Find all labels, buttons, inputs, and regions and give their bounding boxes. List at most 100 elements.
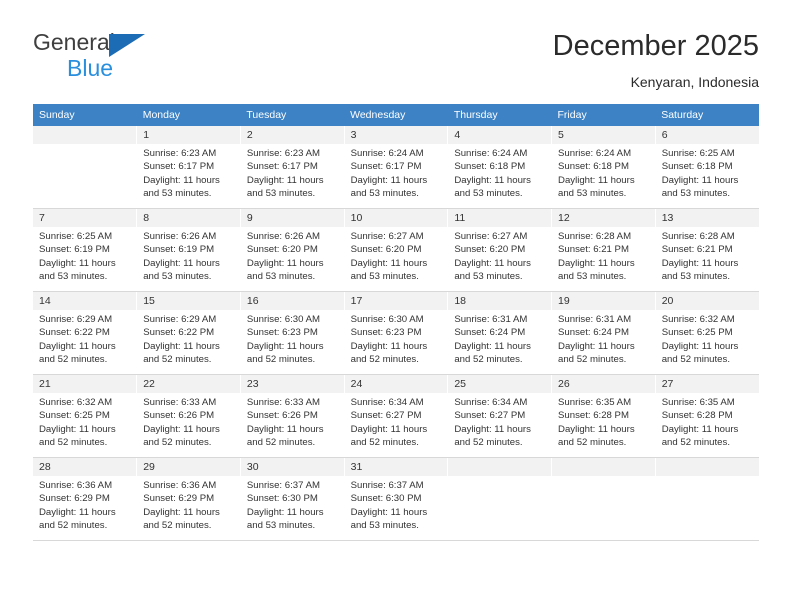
day-details: Sunrise: 6:33 AM Sunset: 6:26 PM Daylight:… — [241, 393, 344, 450]
day-detail-line: and 52 minutes. — [661, 354, 730, 366]
calendar-day-cell[interactable]: 26 Sunrise: 6:35 AM Sunset: 6:28 PM Dayligh… — [551, 374, 656, 458]
day-details: Sunrise: 6:24 AM Sunset: 6:17 PM Daylight:… — [345, 144, 448, 201]
calendar-day-cell[interactable]: 5 Sunrise: 6:24 AM Sunset: 6:18 PM Daylight… — [551, 126, 656, 209]
calendar-day-cell[interactable]: 16 Sunrise: 6:30 AM Sunset: 6:23 PM Dayligh… — [240, 291, 345, 375]
day-details: Sunrise: 6:36 AM Sunset: 6:29 PM Daylight:… — [137, 476, 240, 533]
calendar-week-row: 1 Sunrise: 6:23 AM Sunset: 6:17 PM Daylight… — [33, 126, 759, 209]
calendar-day-cell[interactable]: 14 Sunrise: 6:29 AM Sunset: 6:22 PM Dayligh… — [33, 291, 138, 375]
calendar-day-cell[interactable]: 22 Sunrise: 6:33 AM Sunset: 6:26 PM Dayligh… — [136, 374, 241, 458]
day-detail-line: Sunrise: 6:34 AM — [350, 397, 424, 408]
day-detail-line: and 52 minutes. — [143, 520, 212, 532]
day-number: 14 — [33, 292, 137, 310]
day-number — [552, 458, 655, 476]
calendar-day-cell[interactable]: 19 Sunrise: 6:31 AM Sunset: 6:24 PM Dayligh… — [551, 291, 656, 375]
calendar-day-cell[interactable]: 6 Sunrise: 6:25 AM Sunset: 6:18 PM Daylight… — [655, 126, 759, 209]
day-detail-line: Sunset: 6:28 PM — [661, 410, 733, 422]
day-detail-line: Sunset: 6:21 PM — [558, 244, 629, 256]
day-detail-line: Sunrise: 6:27 AM — [350, 231, 424, 242]
brand-logo[interactable]: General Blue — [33, 28, 233, 86]
calendar-day-cell[interactable]: 25 Sunrise: 6:34 AM Sunset: 6:27 PM Dayligh… — [447, 374, 553, 458]
calendar-day-cell[interactable]: 17 Sunrise: 6:30 AM Sunset: 6:23 PM Dayligh… — [344, 291, 449, 375]
day-detail-line: Sunset: 6:19 PM — [39, 244, 110, 256]
day-details: Sunrise: 6:32 AM Sunset: 6:25 PM Daylight:… — [656, 310, 759, 367]
day-detail-line: Daylight: 11 hours — [246, 257, 324, 269]
day-number: 16 — [240, 292, 344, 310]
day-detail-line: Daylight: 11 hours — [39, 340, 116, 352]
day-details: Sunrise: 6:29 AM Sunset: 6:22 PM Daylight:… — [137, 310, 240, 367]
day-detail-line: and 52 minutes. — [558, 354, 627, 366]
calendar-day-cell[interactable]: 2 Sunrise: 6:23 AM Sunset: 6:17 PM Daylight… — [240, 126, 345, 209]
day-detail-line: Sunset: 6:17 PM — [350, 161, 422, 173]
day-details: Sunrise: 6:30 AM Sunset: 6:23 PM Daylight:… — [241, 310, 344, 367]
day-detail-line: Sunrise: 6:31 AM — [558, 314, 632, 325]
day-number — [33, 126, 137, 144]
day-number: 30 — [240, 458, 344, 476]
day-detail-line: and 52 minutes. — [350, 354, 419, 366]
calendar-day-cell[interactable]: 31 Sunrise: 6:37 AM Sunset: 6:30 PM Dayligh… — [344, 457, 449, 541]
day-detail-line: Sunrise: 6:26 AM — [246, 231, 320, 242]
day-detail-line: Sunrise: 6:37 AM — [246, 480, 320, 491]
calendar-day-cell[interactable]: 13 Sunrise: 6:28 AM Sunset: 6:21 PM Dayligh… — [655, 208, 759, 292]
calendar-day-cell[interactable]: 9 Sunrise: 6:26 AM Sunset: 6:20 PM Daylight… — [240, 208, 345, 292]
calendar-day-cell[interactable]: 23 Sunrise: 6:33 AM Sunset: 6:26 PM Dayligh… — [240, 374, 345, 458]
calendar-empty-cell — [447, 457, 553, 541]
calendar-day-cell[interactable]: 4 Sunrise: 6:24 AM Sunset: 6:18 PM Daylight… — [447, 126, 553, 209]
day-detail-line: Sunrise: 6:34 AM — [454, 397, 528, 408]
day-detail-line: Sunset: 6:27 PM — [454, 410, 526, 422]
calendar-day-cell[interactable]: 11 Sunrise: 6:27 AM Sunset: 6:20 PM Dayligh… — [447, 208, 553, 292]
calendar-day-cell[interactable]: 8 Sunrise: 6:26 AM Sunset: 6:19 PM Daylight… — [136, 208, 241, 292]
day-detail-line: Sunset: 6:22 PM — [39, 327, 110, 339]
calendar-day-cell[interactable]: 15 Sunrise: 6:29 AM Sunset: 6:22 PM Dayligh… — [136, 291, 241, 375]
day-detail-line: and 53 minutes. — [246, 188, 316, 200]
day-details: Sunrise: 6:23 AM Sunset: 6:17 PM Daylight:… — [241, 144, 344, 201]
calendar-day-cell[interactable]: 27 Sunrise: 6:35 AM Sunset: 6:28 PM Dayligh… — [655, 374, 759, 458]
page-subtitle: Kenyaran, Indonesia — [630, 74, 759, 90]
calendar-day-cell[interactable]: 3 Sunrise: 6:24 AM Sunset: 6:17 PM Daylight… — [344, 126, 449, 209]
day-detail-line: Daylight: 11 hours — [661, 174, 739, 186]
day-detail-line: Sunrise: 6:36 AM — [39, 480, 113, 491]
calendar-day-cell[interactable]: 29 Sunrise: 6:36 AM Sunset: 6:29 PM Dayligh… — [136, 457, 241, 541]
calendar-day-cell[interactable]: 20 Sunrise: 6:32 AM Sunset: 6:25 PM Dayligh… — [655, 291, 759, 375]
day-detail-line: Sunrise: 6:25 AM — [661, 148, 735, 159]
calendar-day-cell[interactable]: 12 Sunrise: 6:28 AM Sunset: 6:21 PM Dayligh… — [551, 208, 656, 292]
day-number: 15 — [137, 292, 240, 310]
day-detail-line: Sunset: 6:22 PM — [143, 327, 215, 339]
day-detail-line: and 52 minutes. — [39, 437, 108, 449]
day-detail-line: Sunrise: 6:32 AM — [39, 397, 113, 408]
day-number: 13 — [655, 209, 759, 227]
day-detail-line: Daylight: 11 hours — [661, 257, 739, 269]
day-details: Sunrise: 6:25 AM Sunset: 6:18 PM Daylight:… — [656, 144, 759, 201]
day-number: 1 — [137, 126, 240, 144]
day-detail-line: Sunrise: 6:28 AM — [558, 231, 632, 242]
day-number: 24 — [344, 375, 448, 393]
calendar-day-cell[interactable]: 10 Sunrise: 6:27 AM Sunset: 6:20 PM Dayligh… — [344, 208, 449, 292]
calendar-day-cell[interactable]: 28 Sunrise: 6:36 AM Sunset: 6:29 PM Dayligh… — [33, 457, 138, 541]
calendar-day-cell[interactable]: 7 Sunrise: 6:25 AM Sunset: 6:19 PM Daylight… — [33, 208, 138, 292]
day-number: 25 — [448, 375, 552, 393]
day-number: 29 — [137, 458, 240, 476]
day-number: 22 — [137, 375, 240, 393]
day-details: Sunrise: 6:37 AM Sunset: 6:30 PM Daylight:… — [345, 476, 448, 533]
day-detail-line: and 53 minutes. — [558, 271, 627, 283]
calendar-day-cell[interactable]: 18 Sunrise: 6:31 AM Sunset: 6:24 PM Dayligh… — [447, 291, 553, 375]
day-number: 6 — [655, 126, 759, 144]
day-detail-line: Daylight: 11 hours — [143, 174, 220, 186]
calendar-day-cell[interactable]: 21 Sunrise: 6:32 AM Sunset: 6:25 PM Dayligh… — [33, 374, 138, 458]
day-number: 10 — [344, 209, 448, 227]
calendar-day-cell[interactable]: 1 Sunrise: 6:23 AM Sunset: 6:17 PM Daylight… — [136, 126, 241, 209]
day-detail-line: and 53 minutes. — [454, 188, 523, 200]
brand-name-secondary: Blue — [67, 55, 114, 81]
day-detail-line: Daylight: 11 hours — [39, 423, 116, 435]
day-number: 2 — [240, 126, 344, 144]
page-title: December 2025 — [552, 30, 759, 62]
day-detail-line: and 52 minutes. — [454, 437, 523, 449]
day-detail-line: Daylight: 11 hours — [350, 174, 428, 186]
weekday-header-sunday: Sunday — [33, 104, 137, 126]
day-detail-line: Sunset: 6:17 PM — [246, 161, 318, 173]
day-detail-line: Sunset: 6:25 PM — [661, 327, 733, 339]
triangle-logo-icon — [109, 34, 145, 57]
calendar-day-cell[interactable]: 24 Sunrise: 6:34 AM Sunset: 6:27 PM Dayligh… — [344, 374, 449, 458]
day-detail-line: Sunset: 6:23 PM — [246, 327, 318, 339]
calendar-day-cell[interactable]: 30 Sunrise: 6:37 AM Sunset: 6:30 PM Dayligh… — [240, 457, 345, 541]
day-detail-line: and 52 minutes. — [661, 437, 730, 449]
